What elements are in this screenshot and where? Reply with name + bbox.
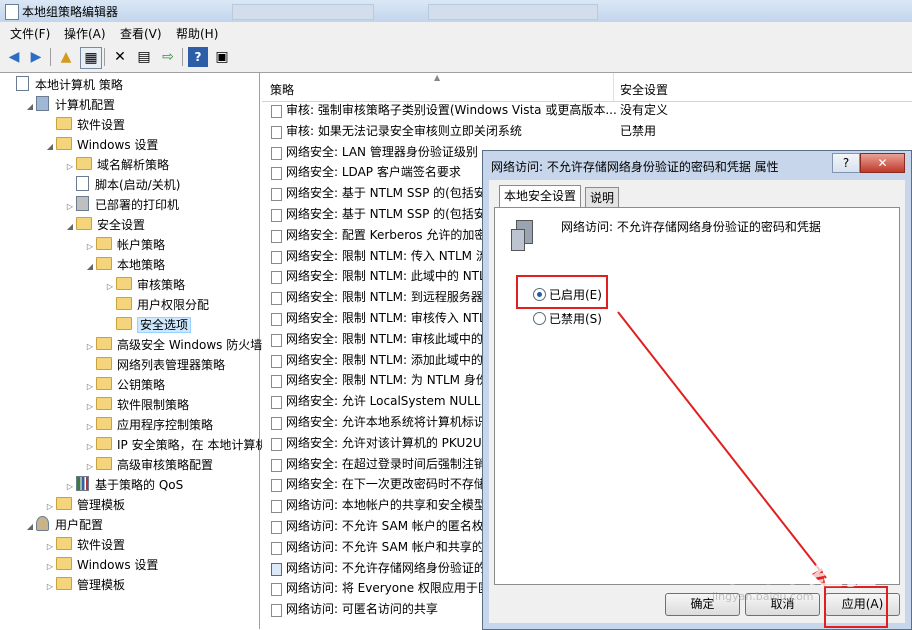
watermark: Baidu经验	[700, 553, 878, 593]
watermark-url: jingyan.baidu.com	[712, 590, 814, 603]
annotation-arrow	[617, 311, 827, 588]
